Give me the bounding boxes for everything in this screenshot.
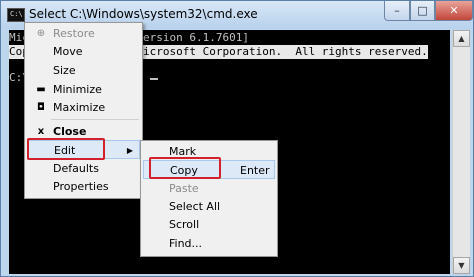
menu-item-select-all-label: Select All [169, 200, 221, 213]
menu-item-copy-shortcut: Enter [240, 164, 270, 177]
menu-item-size[interactable]: Size [27, 61, 140, 80]
menu-item-size-label: Size [53, 64, 76, 77]
cmd-icon[interactable]: C:\ [7, 8, 25, 22]
menu-item-find-label: Find... [169, 237, 203, 250]
menu-item-find[interactable]: Find... [143, 234, 275, 253]
annotation-box-edit [27, 138, 105, 160]
menu-item-paste[interactable]: Paste [143, 179, 275, 198]
window-title: Select C:\Windows\system32\cmd.exe [29, 7, 258, 21]
menu-item-restore[interactable]: ⊕ Restore [27, 24, 140, 43]
minimize-button[interactable]: – [384, 1, 410, 21]
menu-item-restore-label: Restore [53, 27, 95, 40]
menu-item-maximize-label: Maximize [53, 101, 106, 114]
minimize-icon: ▬ [36, 84, 46, 95]
menu-item-scroll[interactable]: Scroll [143, 215, 275, 234]
restore-icon: ⊕ [36, 28, 46, 39]
submenu-arrow-icon: ▶ [126, 146, 133, 155]
maximize-icon: ◘ [37, 102, 45, 113]
menu-item-move-label: Move [53, 45, 83, 58]
close-button[interactable]: ✕ [435, 1, 473, 21]
menu-item-defaults[interactable]: Defaults [27, 159, 140, 178]
scroll-up-icon[interactable]: ▲ [453, 30, 470, 47]
menu-item-minimize-label: Minimize [53, 83, 102, 96]
system-menu: ⊕ Restore Move Size ▬ Minimize ◘ Maximiz… [24, 22, 143, 199]
menu-item-minimize[interactable]: ▬ Minimize [27, 80, 140, 99]
annotation-box-copy [149, 157, 221, 179]
maximize-button[interactable]: □ [410, 1, 435, 21]
console-cursor [150, 78, 158, 80]
menu-item-properties[interactable]: Properties [27, 177, 140, 196]
menu-item-select-all[interactable]: Select All [143, 197, 275, 216]
vertical-scrollbar[interactable]: ▲ ▼ [452, 30, 470, 274]
menu-item-paste-label: Paste [169, 182, 199, 195]
console-version-fragment: ersion 6.1.7601] [143, 31, 249, 44]
cmd-icon-text: C:\ [10, 10, 23, 18]
console-copyright-fragment: icrosoft Corporation. All rights reserve… [143, 45, 428, 59]
menu-item-move[interactable]: Move [27, 42, 140, 61]
menu-item-properties-label: Properties [53, 180, 109, 193]
menu-separator [51, 119, 139, 120]
scroll-down-icon[interactable]: ▼ [453, 257, 470, 274]
menu-item-defaults-label: Defaults [53, 162, 99, 175]
menu-item-scroll-label: Scroll [169, 218, 200, 231]
menu-item-maximize[interactable]: ◘ Maximize [27, 98, 140, 117]
